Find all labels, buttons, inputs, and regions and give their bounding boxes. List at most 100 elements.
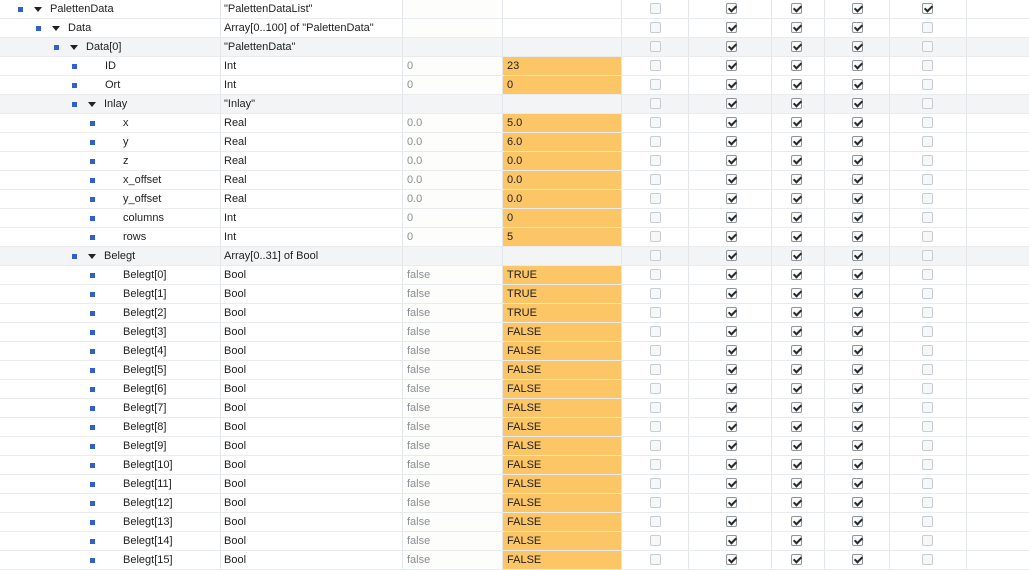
monitor-value-cell[interactable]: 5.0 xyxy=(503,114,622,132)
name-cell[interactable]: Belegt[1] xyxy=(0,285,221,303)
name-cell[interactable]: ID xyxy=(0,57,221,75)
checkbox-icon[interactable] xyxy=(791,136,802,147)
start-value-cell[interactable]: 0 xyxy=(403,209,503,227)
checkbox-icon[interactable] xyxy=(922,383,933,394)
checkbox-icon[interactable] xyxy=(726,516,737,527)
checkbox-icon[interactable] xyxy=(852,440,863,451)
checkbox-icon[interactable] xyxy=(791,402,802,413)
checkbox-icon[interactable] xyxy=(650,117,661,128)
name-cell[interactable]: columns xyxy=(0,209,221,227)
checkbox-icon[interactable] xyxy=(650,421,661,432)
monitor-value-cell[interactable]: FALSE xyxy=(503,494,622,512)
checkbox-icon[interactable] xyxy=(650,440,661,451)
start-value-cell[interactable]: false xyxy=(403,532,503,550)
checkbox-icon[interactable] xyxy=(650,288,661,299)
checkbox-icon[interactable] xyxy=(852,497,863,508)
start-value-cell[interactable] xyxy=(403,19,503,37)
start-value-cell[interactable]: 0 xyxy=(403,76,503,94)
table-row[interactable]: columns Int 0 0 xyxy=(0,209,1029,228)
checkbox-icon[interactable] xyxy=(922,250,933,261)
checkbox-icon[interactable] xyxy=(726,174,737,185)
checkbox-icon[interactable] xyxy=(726,231,737,242)
name-cell[interactable]: Belegt[6] xyxy=(0,380,221,398)
start-value-cell[interactable]: false xyxy=(403,513,503,531)
start-value-cell[interactable]: false xyxy=(403,475,503,493)
monitor-value-cell[interactable]: FALSE xyxy=(503,323,622,341)
checkbox-icon[interactable] xyxy=(922,41,933,52)
checkbox-icon[interactable] xyxy=(791,22,802,33)
checkbox-icon[interactable] xyxy=(650,60,661,71)
start-value-cell[interactable]: false xyxy=(403,342,503,360)
table-row[interactable]: Belegt[8] Bool false FALSE xyxy=(0,418,1029,437)
monitor-value-cell[interactable]: FALSE xyxy=(503,418,622,436)
start-value-cell[interactable]: false xyxy=(403,285,503,303)
start-value-cell[interactable]: false xyxy=(403,399,503,417)
monitor-value-cell[interactable] xyxy=(503,0,622,18)
checkbox-icon[interactable] xyxy=(791,459,802,470)
start-value-cell[interactable] xyxy=(403,0,503,18)
table-row[interactable]: Belegt[10] Bool false FALSE xyxy=(0,456,1029,475)
table-row[interactable]: ID Int 0 23 xyxy=(0,57,1029,76)
table-row[interactable]: Inlay "Inlay" xyxy=(0,95,1029,114)
checkbox-icon[interactable] xyxy=(791,345,802,356)
checkbox-icon[interactable] xyxy=(922,79,933,90)
checkbox-icon[interactable] xyxy=(852,117,863,128)
name-cell[interactable]: Belegt[11] xyxy=(0,475,221,493)
table-row[interactable]: Belegt[7] Bool false FALSE xyxy=(0,399,1029,418)
checkbox-icon[interactable] xyxy=(726,155,737,166)
name-cell[interactable]: y xyxy=(0,133,221,151)
checkbox-icon[interactable] xyxy=(852,41,863,52)
table-row[interactable]: Data Array[0..100] of "PalettenData" xyxy=(0,19,1029,38)
checkbox-icon[interactable] xyxy=(852,535,863,546)
monitor-value-cell[interactable]: FALSE xyxy=(503,361,622,379)
checkbox-icon[interactable] xyxy=(922,117,933,128)
monitor-value-cell[interactable] xyxy=(503,38,622,56)
table-row[interactable]: x Real 0.0 5.0 xyxy=(0,114,1029,133)
checkbox-icon[interactable] xyxy=(650,307,661,318)
name-cell[interactable]: x_offset xyxy=(0,171,221,189)
checkbox-icon[interactable] xyxy=(791,326,802,337)
checkbox-icon[interactable] xyxy=(726,326,737,337)
checkbox-icon[interactable] xyxy=(852,212,863,223)
monitor-value-cell[interactable]: FALSE xyxy=(503,513,622,531)
checkbox-icon[interactable] xyxy=(650,383,661,394)
name-cell[interactable]: Data xyxy=(0,19,221,37)
table-row[interactable]: Belegt[15] Bool false FALSE xyxy=(0,551,1029,570)
start-value-cell[interactable]: false xyxy=(403,323,503,341)
table-row[interactable]: rows Int 0 5 xyxy=(0,228,1029,247)
start-value-cell[interactable]: false xyxy=(403,494,503,512)
checkbox-icon[interactable] xyxy=(852,345,863,356)
checkbox-icon[interactable] xyxy=(922,440,933,451)
monitor-value-cell[interactable]: FALSE xyxy=(503,399,622,417)
monitor-value-cell[interactable]: FALSE xyxy=(503,342,622,360)
monitor-value-cell[interactable]: TRUE xyxy=(503,285,622,303)
checkbox-icon[interactable] xyxy=(726,345,737,356)
checkbox-icon[interactable] xyxy=(726,440,737,451)
checkbox-icon[interactable] xyxy=(650,269,661,280)
checkbox-icon[interactable] xyxy=(852,421,863,432)
checkbox-icon[interactable] xyxy=(922,231,933,242)
name-cell[interactable]: Belegt xyxy=(0,247,221,265)
checkbox-icon[interactable] xyxy=(726,117,737,128)
checkbox-icon[interactable] xyxy=(791,60,802,71)
checkbox-icon[interactable] xyxy=(726,212,737,223)
checkbox-icon[interactable] xyxy=(922,345,933,356)
checkbox-icon[interactable] xyxy=(791,383,802,394)
checkbox-icon[interactable] xyxy=(650,345,661,356)
checkbox-icon[interactable] xyxy=(791,269,802,280)
checkbox-icon[interactable] xyxy=(726,307,737,318)
checkbox-icon[interactable] xyxy=(791,440,802,451)
start-value-cell[interactable]: false xyxy=(403,456,503,474)
checkbox-icon[interactable] xyxy=(852,554,863,565)
name-cell[interactable]: Belegt[2] xyxy=(0,304,221,322)
checkbox-icon[interactable] xyxy=(922,155,933,166)
start-value-cell[interactable]: false xyxy=(403,266,503,284)
monitor-value-cell[interactable]: 0 xyxy=(503,76,622,94)
checkbox-icon[interactable] xyxy=(852,155,863,166)
name-cell[interactable]: rows xyxy=(0,228,221,246)
checkbox-icon[interactable] xyxy=(650,535,661,546)
checkbox-icon[interactable] xyxy=(852,193,863,204)
checkbox-icon[interactable] xyxy=(791,307,802,318)
checkbox-icon[interactable] xyxy=(852,326,863,337)
monitor-value-cell[interactable] xyxy=(503,247,622,265)
